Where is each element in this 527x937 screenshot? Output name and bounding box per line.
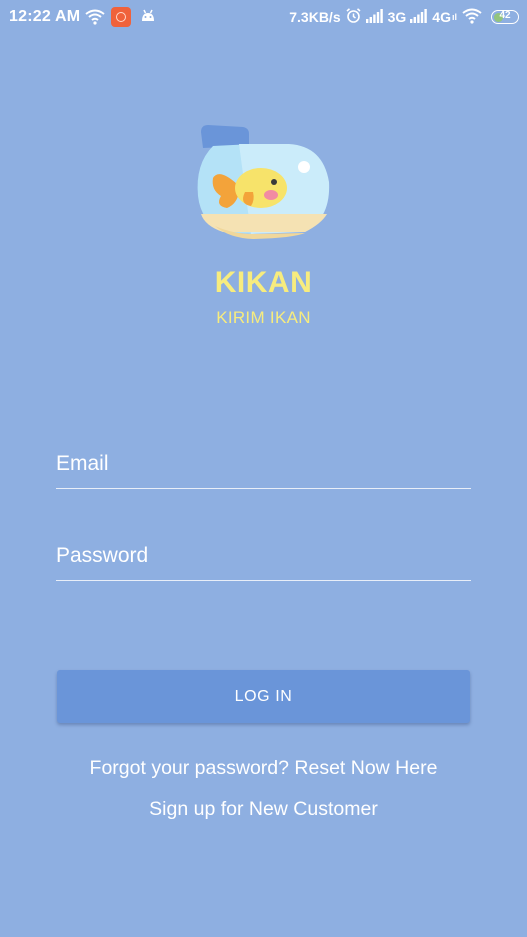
forgot-password-link[interactable]: Forgot your password? Reset Now Here [0,757,527,780]
status-time: 12:22 AM [9,8,81,25]
android-icon [140,8,156,29]
alarm-icon [345,7,362,27]
network-activity-indicator: ıl [451,12,457,22]
password-input[interactable] [56,536,471,576]
app-notification-icon [111,7,131,27]
email-input[interactable] [56,444,471,484]
login-button[interactable]: LOG IN [57,670,470,723]
signal-icon [410,8,428,26]
signal-icon [365,8,384,26]
status-bar: 12:22 AM 7.3KB/s 3G 4G ıl 42 [0,0,527,34]
sign-up-link[interactable]: Sign up for New Customer [0,798,527,821]
app-tagline: KIRIM IKAN [216,308,311,327]
network-type-4g: 4G [432,9,451,25]
app-name: KIKAN [214,266,313,299]
network-type-3g: 3G [387,9,407,25]
battery-icon: 42 [491,10,519,24]
password-field [56,536,471,581]
battery-percentage: 42 [499,10,511,21]
email-field [56,444,471,489]
net-speed: 7.3KB/s [289,9,341,25]
status-right-group: 7.3KB/s 3G 4G ıl 42 [289,7,519,27]
wifi-icon [85,9,105,30]
fishbowl-logo [193,122,335,240]
wifi-icon [461,8,483,27]
